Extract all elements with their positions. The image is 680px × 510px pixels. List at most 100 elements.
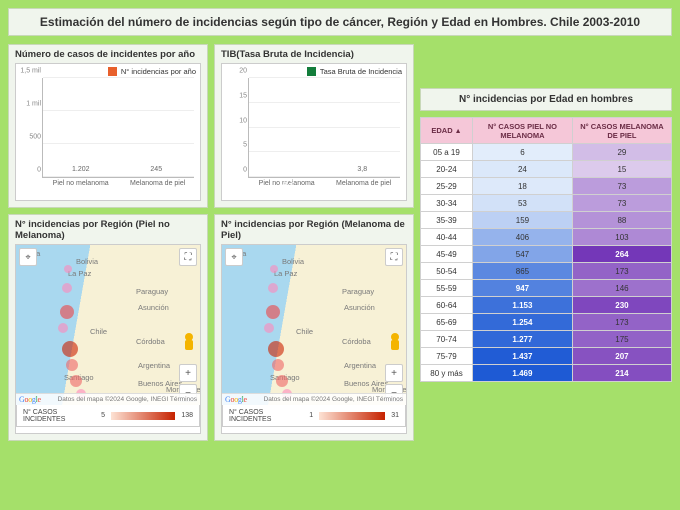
table-body: 05 a 1962920-24241525-29187330-34537335-… xyxy=(421,144,672,382)
panel-title: N° incidencias por Región (Piel no Melan… xyxy=(15,219,201,241)
cell-age: 25-29 xyxy=(421,178,473,195)
gradient-bar-icon xyxy=(319,412,385,420)
pegman-icon[interactable] xyxy=(182,333,196,351)
table-row: 80 y más1.469214 xyxy=(421,365,672,382)
legend-label: Tasa Bruta de Incidencia xyxy=(320,67,402,76)
fullscreen-button[interactable]: ⛶ xyxy=(179,248,197,266)
legend-min: 1 xyxy=(309,412,313,419)
pegman-icon[interactable] xyxy=(388,333,402,351)
cell-melanoma-piel: 103 xyxy=(572,229,671,246)
table-row: 20-242415 xyxy=(421,161,672,178)
locate-icon[interactable]: ⌖ xyxy=(19,248,37,266)
cell-piel-no-melanoma: 18 xyxy=(473,178,573,195)
legend-min: 5 xyxy=(101,412,105,419)
legend: Tasa Bruta de Incidencia xyxy=(226,67,402,76)
panel-incidences-per-year: Número de casos de incidentes por año N°… xyxy=(8,44,208,208)
fullscreen-button[interactable]: ⛶ xyxy=(385,248,403,266)
legend-label: N° CASOS INCIDENTES xyxy=(23,409,95,423)
heatmap-legend: N° CASOS INCIDENTES 1 31 xyxy=(222,405,406,427)
table-row: 70-741.277175 xyxy=(421,331,672,348)
sort-asc-icon: ▲ xyxy=(455,128,462,135)
table-row: 75-791.437207 xyxy=(421,348,672,365)
cell-melanoma-piel: 173 xyxy=(572,263,671,280)
col-header-melanoma-piel[interactable]: N° CASOS MELANOMA DE PIEL xyxy=(572,118,671,144)
table-row: 45-49547264 xyxy=(421,246,672,263)
cell-age: 45-49 xyxy=(421,246,473,263)
cell-age: 35-39 xyxy=(421,212,473,229)
google-logo: Google xyxy=(19,395,41,404)
cell-age: 80 y más xyxy=(421,365,473,382)
cell-melanoma-piel: 264 xyxy=(572,246,671,263)
panel-title: TIB(Tasa Bruta de Incidencia) xyxy=(221,49,407,60)
table-row: 55-59947146 xyxy=(421,280,672,297)
cell-melanoma-piel: 214 xyxy=(572,365,671,382)
cell-melanoma-piel: 146 xyxy=(572,280,671,297)
map-canvas[interactable]: LimaBoliviaLa PazParaguayAsunciónChileCó… xyxy=(222,245,406,405)
panel-tib: TIB(Tasa Bruta de Incidencia) Tasa Bruta… xyxy=(214,44,414,208)
panel-map-piel-no-melanoma: N° incidencias por Región (Piel no Melan… xyxy=(8,214,208,441)
cell-age: 05 a 19 xyxy=(421,144,473,161)
dashboard-title: Estimación del número de incidencias seg… xyxy=(8,8,672,36)
cell-age: 75-79 xyxy=(421,348,473,365)
table-row: 35-3915988 xyxy=(421,212,672,229)
table-title: N° incidencias por Edad en hombres xyxy=(420,88,672,111)
cell-piel-no-melanoma: 1.437 xyxy=(473,348,573,365)
cell-melanoma-piel: 230 xyxy=(572,297,671,314)
panel-map-melanoma-piel: N° incidencias por Región (Melanoma de P… xyxy=(214,214,414,441)
table-row: 25-291873 xyxy=(421,178,672,195)
plot-area: 0510152019,53,8 xyxy=(248,78,400,178)
col-header-piel-no-melanoma[interactable]: N° CASOS PIEL NO MELANOMA xyxy=(473,118,573,144)
dashboard-grid: Número de casos de incidentes por año N°… xyxy=(8,44,672,441)
bar-chart-green: Tasa Bruta de Incidencia 0510152019,53,8… xyxy=(221,63,407,201)
legend-label: N° incidencias por año xyxy=(121,67,196,76)
cell-piel-no-melanoma: 1.469 xyxy=(473,365,573,382)
cell-age: 30-34 xyxy=(421,195,473,212)
legend-max: 138 xyxy=(181,412,193,419)
legend-swatch-icon xyxy=(108,67,117,76)
map-canvas[interactable]: LimaBoliviaLa PazParaguayAsunciónChileCó… xyxy=(16,245,200,405)
cell-piel-no-melanoma: 159 xyxy=(473,212,573,229)
table-row: 65-691.254173 xyxy=(421,314,672,331)
cell-piel-no-melanoma: 1.254 xyxy=(473,314,573,331)
cell-age: 70-74 xyxy=(421,331,473,348)
cell-age: 65-69 xyxy=(421,314,473,331)
side-column: N° incidencias por Edad en hombres EDAD▲… xyxy=(420,44,672,441)
cell-piel-no-melanoma: 6 xyxy=(473,144,573,161)
cell-age: 40-44 xyxy=(421,229,473,246)
locate-icon[interactable]: ⌖ xyxy=(225,248,243,266)
age-incidence-table: EDAD▲ N° CASOS PIEL NO MELANOMA N° CASOS… xyxy=(420,117,672,382)
google-logo: Google xyxy=(225,395,247,404)
cell-melanoma-piel: 88 xyxy=(572,212,671,229)
cell-piel-no-melanoma: 1.277 xyxy=(473,331,573,348)
cell-melanoma-piel: 73 xyxy=(572,195,671,212)
cell-piel-no-melanoma: 53 xyxy=(473,195,573,212)
map-attribution: Datos del mapa ©2024 Google, INEGI Térmi… xyxy=(58,396,197,403)
x-axis-categories: Piel no melanomaMelanoma de piel xyxy=(42,180,196,187)
cell-age: 60-64 xyxy=(421,297,473,314)
table-row: 30-345373 xyxy=(421,195,672,212)
zoom-in-button[interactable]: + xyxy=(385,364,403,382)
map-container: LimaBoliviaLa PazParaguayAsunciónChileCó… xyxy=(15,244,201,434)
gradient-bar-icon xyxy=(111,412,175,420)
col-header-age[interactable]: EDAD▲ xyxy=(421,118,473,144)
map-container: LimaBoliviaLa PazParaguayAsunciónChileCó… xyxy=(221,244,407,434)
plot-area: 05001 mil1,5 mil1.202245 xyxy=(42,78,194,178)
table-row: 60-641.153230 xyxy=(421,297,672,314)
cell-melanoma-piel: 173 xyxy=(572,314,671,331)
cell-piel-no-melanoma: 24 xyxy=(473,161,573,178)
legend-max: 31 xyxy=(391,412,399,419)
panel-title: N° incidencias por Región (Melanoma de P… xyxy=(221,219,407,241)
legend-swatch-icon xyxy=(307,67,316,76)
heatmap-legend: N° CASOS INCIDENTES 5 138 xyxy=(16,405,200,427)
cell-age: 20-24 xyxy=(421,161,473,178)
cell-age: 55-59 xyxy=(421,280,473,297)
legend-label: N° CASOS INCIDENTES xyxy=(229,409,303,423)
map-attribution: Datos del mapa ©2024 Google, INEGI Térmi… xyxy=(264,396,403,403)
cell-piel-no-melanoma: 947 xyxy=(473,280,573,297)
cell-melanoma-piel: 29 xyxy=(572,144,671,161)
legend: N° incidencias por año xyxy=(20,67,196,76)
cell-melanoma-piel: 73 xyxy=(572,178,671,195)
cell-piel-no-melanoma: 865 xyxy=(473,263,573,280)
cell-melanoma-piel: 175 xyxy=(572,331,671,348)
zoom-in-button[interactable]: + xyxy=(179,364,197,382)
